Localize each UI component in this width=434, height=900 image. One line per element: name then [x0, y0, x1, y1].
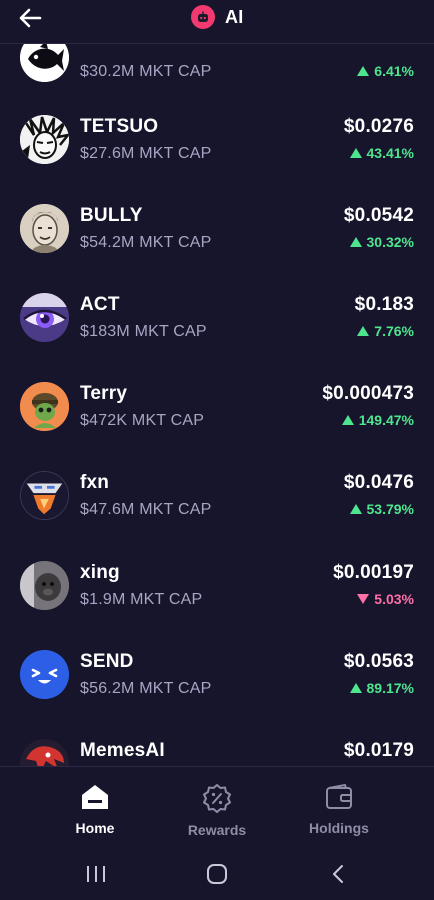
smiley-face-icon	[20, 650, 69, 699]
system-home-button[interactable]	[197, 860, 237, 888]
coin-row[interactable]: ACT $183M MKT CAP $0.183 7.76%	[0, 293, 434, 382]
coin-change-value: 89.17%	[366, 680, 414, 696]
system-back-button[interactable]	[318, 860, 358, 888]
triangle-up-icon	[357, 326, 370, 336]
system-nav-bar	[0, 848, 434, 900]
recents-icon	[87, 866, 105, 882]
home-icon	[82, 785, 108, 809]
coin-avatar	[20, 650, 69, 699]
triangle-up-icon	[349, 148, 362, 158]
coin-change: 89.17%	[349, 680, 414, 696]
cartoon-turtle-icon	[20, 382, 69, 431]
triangle-up-icon	[349, 237, 362, 247]
nav-home-label: Home	[75, 820, 115, 836]
coin-change-value: 149.47%	[358, 412, 414, 428]
coin-row[interactable]: SEND $56.2M MKT CAP $0.0563 89.17%	[0, 650, 434, 739]
back-chevron-icon	[333, 865, 343, 883]
coin-avatar	[20, 115, 69, 164]
coin-row[interactable]: fxn $47.6M MKT CAP $0.0476 53.79%	[0, 471, 434, 560]
coin-price: $0.0476	[343, 472, 414, 493]
coin-row[interactable]: BULLY $54.2M MKT CAP $0.0542 30.32%	[0, 204, 434, 293]
triangle-up-icon	[349, 683, 362, 693]
coin-name: ACT	[80, 294, 120, 315]
wallet-icon	[326, 784, 352, 809]
coin-market-cap: $1.9M MKT CAP	[80, 591, 203, 608]
triangle-up-icon	[357, 66, 370, 76]
coin-market-cap: $183M MKT CAP	[80, 323, 207, 340]
coin-row[interactable]: xing $1.9M MKT CAP $0.00197 5.03%	[0, 561, 434, 650]
page-title: AI	[225, 6, 244, 27]
fxn-logo-icon	[21, 472, 68, 519]
coin-name: Terry	[80, 383, 128, 404]
coin-market-cap: $54.2M MKT CAP	[80, 234, 212, 251]
coin-change-value: 53.79%	[366, 501, 414, 517]
coin-market-cap: $30.2M MKT CAP	[80, 63, 212, 80]
nav-rewards-label: Rewards	[187, 822, 247, 838]
coin-change-value: 6.41%	[374, 63, 414, 79]
coin-row[interactable]: TETSUO $27.6M MKT CAP $0.0276 43.41%	[0, 115, 434, 204]
coin-change: 5.03%	[357, 591, 414, 607]
coin-name: TETSUO	[80, 116, 159, 137]
percent-badge-icon	[203, 784, 231, 813]
coin-change-value: 43.41%	[366, 145, 414, 161]
coin-price: $0.0563	[343, 651, 414, 672]
coin-price: $0.0276	[343, 116, 414, 137]
coin-price: $0.00197	[333, 562, 414, 583]
nav-home[interactable]: Home	[40, 783, 150, 839]
coin-market-cap: $56.2M MKT CAP	[80, 680, 212, 697]
recents-button[interactable]	[76, 860, 116, 888]
bottom-nav: Home Rewards Holdings	[0, 766, 434, 848]
coin-row[interactable]: $30.2M MKT CAP 6.41%	[0, 33, 434, 122]
back-button[interactable]	[14, 4, 46, 32]
coin-change: 53.79%	[349, 501, 414, 517]
nav-holdings[interactable]: Holdings	[284, 783, 394, 839]
coin-change: 149.47%	[341, 412, 414, 428]
coin-name: MemesAI	[80, 740, 165, 761]
coin-price: $0.183	[354, 294, 414, 315]
top-bar: AI	[0, 0, 434, 44]
coin-price: $0.000473	[322, 383, 414, 404]
coin-avatar	[20, 471, 69, 520]
coin-name: fxn	[80, 472, 110, 493]
manga-face-icon	[20, 115, 69, 164]
coin-price: $0.0179	[343, 740, 414, 761]
coin-change-value: 5.03%	[374, 591, 414, 607]
home-circle-icon	[207, 864, 227, 884]
coin-avatar	[20, 293, 69, 342]
coin-market-cap: $472K MKT CAP	[80, 412, 205, 429]
coin-avatar	[20, 561, 69, 610]
category-title-group: AI	[191, 5, 244, 29]
triangle-up-icon	[341, 415, 354, 425]
category-badge	[191, 5, 215, 29]
triangle-down-icon	[357, 594, 370, 604]
coin-market-cap: $27.6M MKT CAP	[80, 145, 212, 162]
nav-rewards[interactable]: Rewards	[162, 783, 272, 839]
robot-icon	[198, 11, 208, 22]
coin-change: 7.76%	[357, 323, 414, 339]
coin-avatar	[20, 204, 69, 253]
coin-change-value: 30.32%	[366, 234, 414, 250]
coin-name: BULLY	[80, 205, 143, 226]
nav-holdings-label: Holdings	[309, 820, 369, 836]
coin-change-value: 7.76%	[374, 323, 414, 339]
coin-name: xing	[80, 562, 120, 583]
coin-price: $0.0542	[343, 205, 414, 226]
blurry-photo-icon	[20, 561, 69, 610]
coin-row[interactable]: Terry $472K MKT CAP $0.000473 149.47%	[0, 382, 434, 471]
arrow-left-icon	[19, 8, 42, 28]
sketch-portrait-icon	[20, 204, 69, 253]
coin-name: SEND	[80, 651, 134, 672]
purple-eye-icon	[20, 293, 69, 342]
coin-change: 6.41%	[357, 63, 414, 79]
screen: $30.2M MKT CAP 6.41% TETSUO $27.6M MKT C…	[0, 0, 434, 900]
coin-change: 43.41%	[349, 145, 414, 161]
coin-change: 30.32%	[349, 234, 414, 250]
coin-avatar	[20, 382, 69, 431]
coin-market-cap: $47.6M MKT CAP	[80, 501, 212, 518]
triangle-up-icon	[349, 504, 362, 514]
